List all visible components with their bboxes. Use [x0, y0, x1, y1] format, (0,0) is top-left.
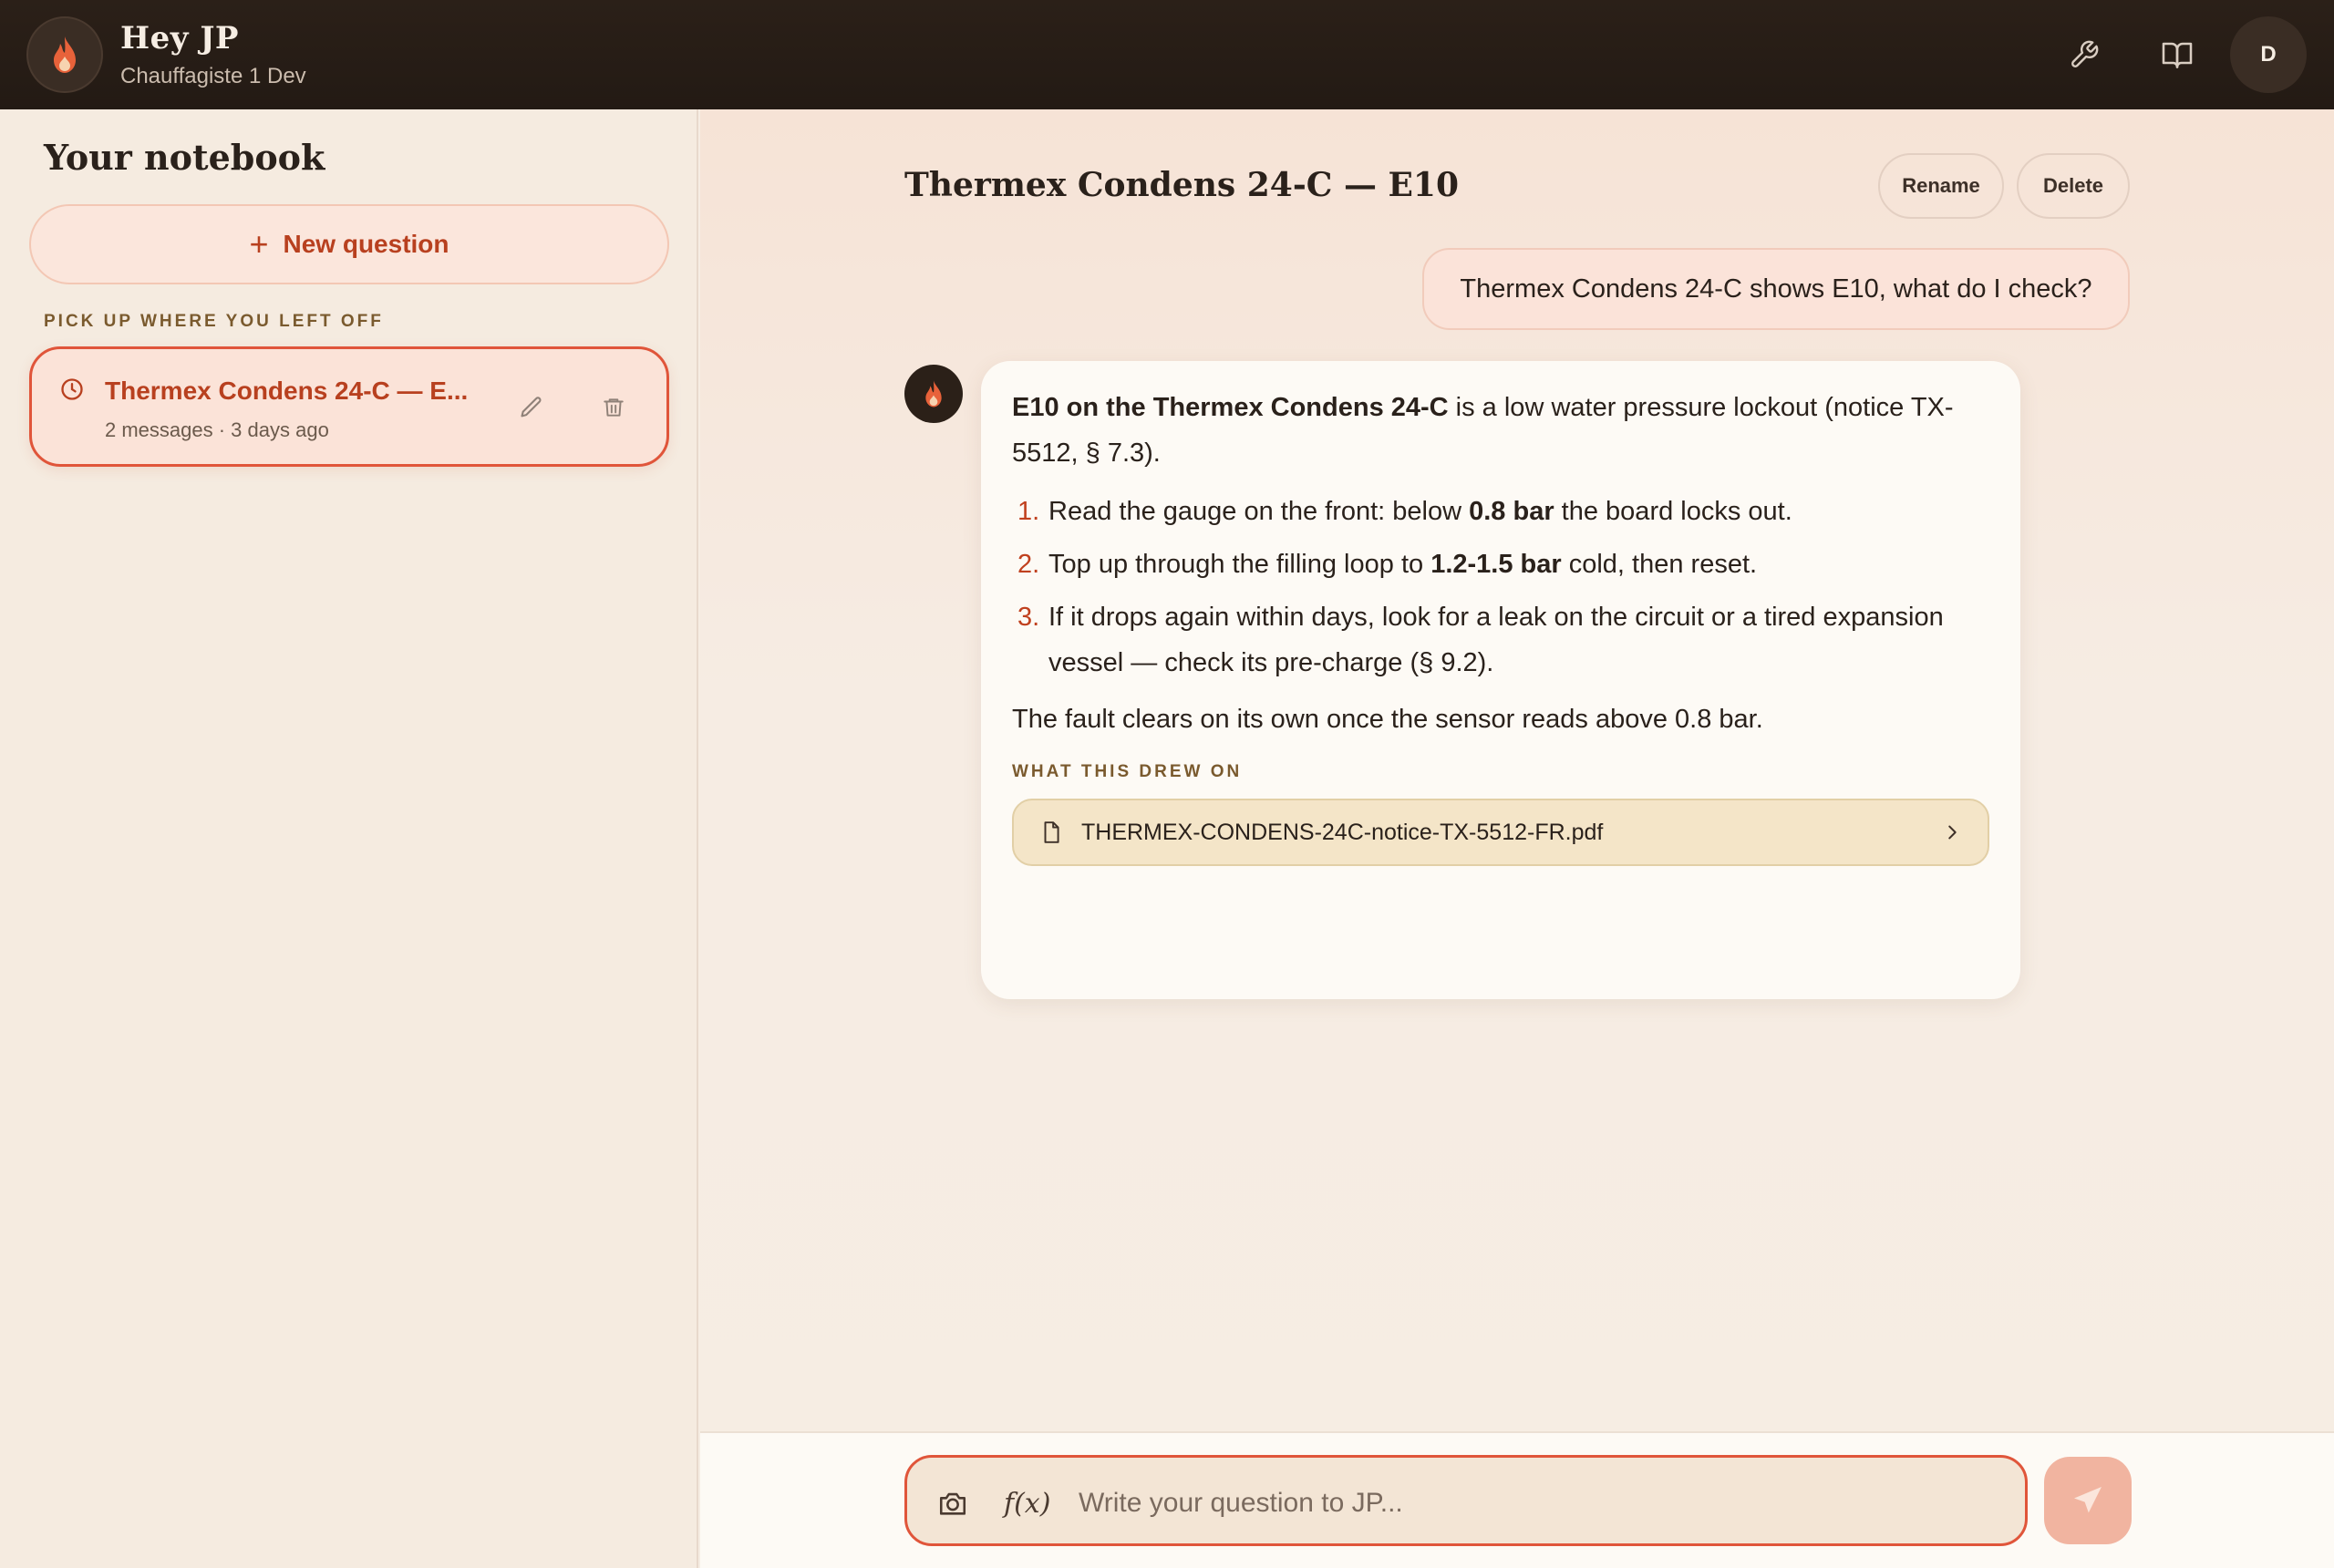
edit-conversation-button[interactable] — [515, 391, 548, 424]
new-question-label: New question — [283, 230, 449, 258]
step-text: If it drops again within days, look for … — [1048, 603, 1944, 677]
library-button[interactable] — [2155, 33, 2199, 77]
notebook-sidebar: Your notebook + New question PICK UP WHE… — [0, 109, 698, 1568]
step-bold: 1.2-1.5 bar — [1430, 550, 1562, 579]
assistant-message: E10 on the Thermex Condens 24-C is a low… — [981, 361, 2020, 999]
wrench-icon — [2071, 40, 2099, 67]
conversation-title: Thermex Condens 24-C — E... — [105, 377, 469, 405]
clock-icon — [59, 377, 85, 407]
composer: f(x) — [904, 1455, 2028, 1546]
send-icon — [2074, 1487, 2102, 1513]
camera-button[interactable] — [935, 1485, 971, 1522]
conversation-meta: 2 messages · 3 days ago — [105, 418, 329, 441]
step-text: Read the gauge on the front: below — [1048, 497, 1470, 526]
camera-icon — [939, 1492, 966, 1515]
brand: Hey JP Chauffagiste 1 Dev — [120, 20, 306, 89]
step-text-end: cold, then reset. — [1561, 550, 1758, 579]
step-number: 2. — [1017, 550, 1040, 579]
answer-step: 2. Top up through the filling loop to 1.2… — [1012, 542, 1989, 587]
delete-button[interactable]: Delete — [2017, 153, 2130, 219]
conversation-item[interactable]: Thermex Condens 24-C — E... 2 messages ·… — [29, 346, 669, 467]
source-file-name: THERMEX-CONDENS-24C-notice-TX-5512-FR.pd… — [1081, 819, 1604, 845]
conversation-heading: Thermex Condens 24-C — E10 — [904, 166, 1460, 204]
book-icon — [2162, 42, 2193, 68]
delete-conversation-button[interactable] — [597, 391, 630, 424]
step-text: Top up through the filling loop to — [1048, 550, 1431, 579]
app-title: Hey JP — [120, 20, 240, 57]
flame-logo[interactable] — [26, 16, 103, 93]
step-bold: 0.8 bar — [1469, 497, 1554, 526]
flame-icon — [54, 36, 76, 73]
new-question-button[interactable]: + New question — [29, 204, 669, 284]
file-icon — [1044, 821, 1059, 843]
answer-steps: 1. Read the gauge on the front: below 0.8… — [1012, 489, 1989, 686]
top-bar: Hey JP Chauffagiste 1 Dev D — [0, 0, 2334, 109]
flame-icon — [925, 380, 942, 407]
answer-step: 1. Read the gauge on the front: below 0.8… — [1012, 489, 1989, 534]
step-text-end: the board locks out. — [1554, 497, 1792, 526]
conversation-panel: Thermex Condens 24-C — E10 Rename Delete… — [700, 109, 2334, 1568]
recent-section-label: PICK UP WHERE YOU LEFT OFF — [44, 312, 384, 331]
question-input[interactable] — [1079, 1476, 1990, 1531]
chevron-right-icon — [1948, 825, 1957, 840]
trash-icon — [604, 398, 624, 417]
answer-intro: E10 on the Thermex Condens 24-C is a low… — [1012, 385, 1989, 476]
user-avatar[interactable]: D — [2230, 16, 2307, 93]
assistant-avatar — [904, 365, 963, 423]
answer-closing: The fault clears on its own once the sen… — [1012, 705, 1763, 734]
app-subtitle: Chauffagiste 1 Dev — [120, 64, 306, 88]
send-button[interactable] — [2044, 1457, 2132, 1544]
tools-button[interactable] — [2062, 33, 2106, 77]
user-message: Thermex Condens 24-C shows E10, what do … — [1422, 248, 2130, 330]
pencil-icon — [521, 397, 542, 418]
source-document-link[interactable]: THERMEX-CONDENS-24C-notice-TX-5512-FR.pd… — [1012, 799, 1989, 866]
sidebar-title: Your notebook — [44, 137, 325, 178]
plus-icon: + — [249, 225, 269, 263]
step-number: 1. — [1017, 497, 1040, 526]
composer-bar: f(x) — [700, 1431, 2334, 1568]
rename-button[interactable]: Rename — [1878, 153, 2004, 219]
step-number: 3. — [1017, 603, 1040, 632]
formula-button[interactable]: f(x) — [1004, 1481, 1050, 1525]
answer-intro-bold: E10 on the Thermex Condens 24-C — [1012, 393, 1449, 422]
answer-step: 3. If it drops again within days, look fo… — [1012, 594, 1989, 686]
sources-label: WHAT THIS DREW ON — [1012, 762, 1243, 781]
